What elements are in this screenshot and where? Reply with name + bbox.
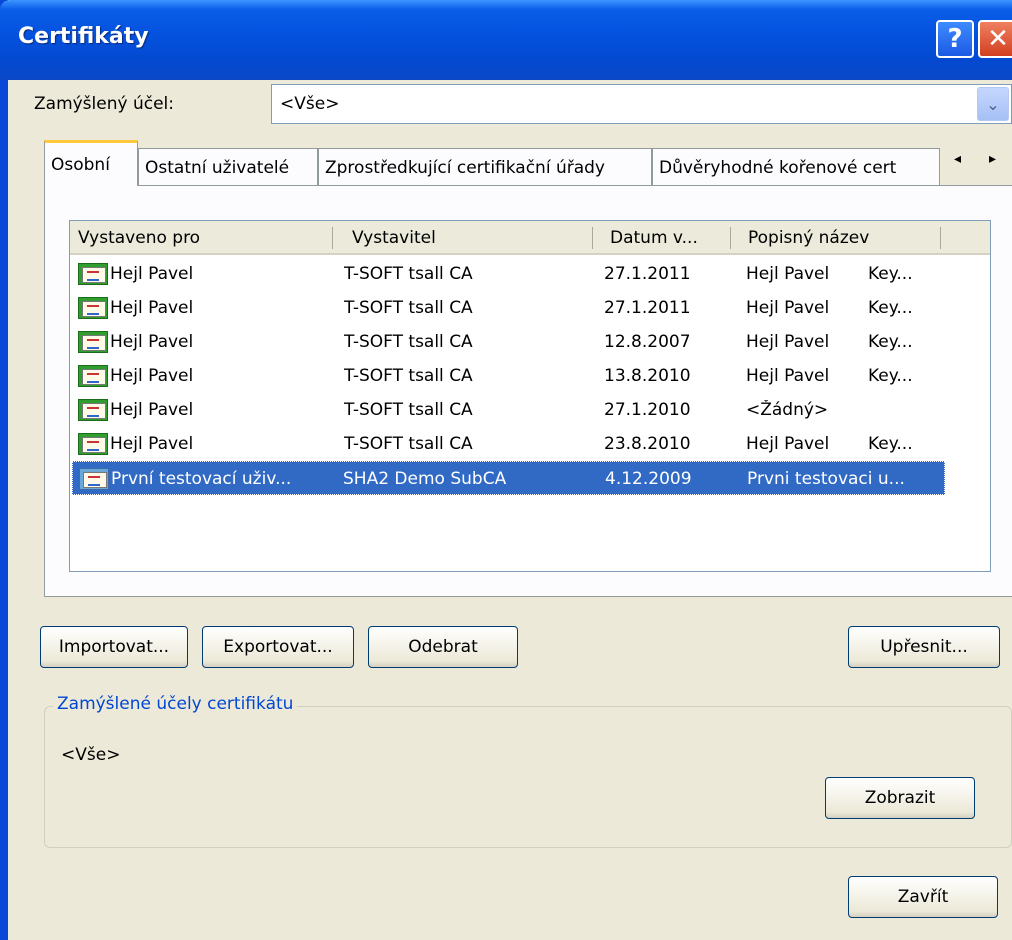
cell-issuer: T-SOFT tsall CA — [344, 264, 473, 284]
view-button[interactable]: Zobrazit — [825, 777, 975, 819]
list-item[interactable]: Hejl Pavel T-SOFT tsall CA 12.8.2007 Hej… — [72, 325, 945, 359]
cell-issued-to: Hejl Pavel — [110, 264, 194, 284]
certificate-icon — [78, 399, 108, 421]
cell-date: 12.8.2007 — [604, 332, 691, 352]
help-button[interactable]: ? — [936, 20, 974, 58]
cell-issued-to: První testovací uživ... — [111, 469, 292, 489]
help-icon: ? — [947, 24, 963, 54]
cell-friendly-name: Prvni testovaci u... — [747, 469, 905, 489]
column-separator[interactable] — [332, 227, 333, 249]
tab-scroll-right-icon[interactable]: ▸ — [989, 151, 996, 167]
list-item[interactable]: Hejl Pavel T-SOFT tsall CA 27.1.2010 <Žá… — [72, 393, 945, 427]
cell-extra: Key... — [868, 434, 913, 454]
tab-label: Důvěryhodné kořenové cert — [659, 157, 897, 178]
close-button[interactable]: Zavřít — [848, 876, 998, 918]
certificate-list[interactable]: Vystaveno pro Vystavitel Datum v... Popi… — [69, 220, 991, 572]
tab-trusted-root[interactable]: Důvěryhodné kořenové cert — [652, 148, 940, 186]
view-button-label: Zobrazit — [864, 788, 936, 808]
list-header: Vystaveno pro Vystavitel Datum v... Popi… — [70, 221, 990, 255]
column-issued-to[interactable]: Vystaveno pro — [78, 228, 200, 248]
dropdown-button[interactable]: ⌄ — [977, 87, 1009, 121]
cell-extra: Key... — [868, 332, 913, 352]
remove-button[interactable]: Odebrat — [368, 626, 518, 668]
column-separator[interactable] — [730, 227, 731, 249]
cell-issued-to: Hejl Pavel — [110, 434, 194, 454]
tab-strip: Osobní Ostatní uživatelé Zprostředkující… — [44, 140, 1012, 186]
cell-issuer: T-SOFT tsall CA — [344, 400, 473, 420]
close-icon: ✕ — [987, 24, 1009, 54]
cell-issuer: SHA2 Demo SubCA — [343, 469, 507, 489]
cell-date: 27.1.2011 — [604, 298, 691, 318]
close-window-button[interactable]: ✕ — [978, 20, 1012, 58]
list-item[interactable]: Hejl Pavel T-SOFT tsall CA 27.1.2011 Hej… — [72, 257, 945, 291]
group-title: Zamýšlené účely certifikátu — [53, 694, 298, 714]
cell-issuer: T-SOFT tsall CA — [344, 332, 473, 352]
cell-extra: Key... — [868, 264, 913, 284]
cell-date: 13.8.2010 — [604, 366, 691, 386]
list-item[interactable]: Hejl Pavel T-SOFT tsall CA 13.8.2010 Hej… — [72, 359, 945, 393]
tab-other-users[interactable]: Ostatní uživatelé — [138, 148, 318, 186]
tab-personal[interactable]: Osobní — [44, 140, 138, 186]
cell-issued-to: Hejl Pavel — [110, 400, 194, 420]
tab-intermediate-ca[interactable]: Zprostředkující certifikační úřady — [318, 148, 652, 186]
purpose-select-value: <Vše> — [280, 94, 340, 114]
close-button-label: Zavřít — [897, 887, 949, 907]
cell-friendly-name: Hejl Pavel — [746, 298, 830, 318]
tab-label: Osobní — [51, 154, 110, 175]
cell-issuer: T-SOFT tsall CA — [344, 434, 473, 454]
cell-issuer: T-SOFT tsall CA — [344, 298, 473, 318]
export-button-label: Exportovat... — [223, 637, 333, 657]
cell-friendly-name: Hejl Pavel — [746, 434, 830, 454]
list-item-selected[interactable]: První testovací uživ... SHA2 Demo SubCA … — [72, 461, 945, 495]
column-expiry-date[interactable]: Datum v... — [610, 228, 698, 248]
column-separator[interactable] — [592, 227, 593, 249]
tab-scroll-controls: ◂ ▸ — [940, 146, 1010, 172]
advanced-button-label: Upřesnit... — [880, 637, 968, 657]
tab-panel: Vystaveno pro Vystavitel Datum v... Popi… — [44, 185, 1012, 597]
cell-issued-to: Hejl Pavel — [110, 332, 194, 352]
purpose-label: Zamýšlený účel: — [34, 94, 174, 114]
cell-extra: Key... — [868, 366, 913, 386]
cell-issuer: T-SOFT tsall CA — [344, 366, 473, 386]
cell-friendly-name: Hejl Pavel — [746, 366, 830, 386]
cell-friendly-name: <Žádný> — [746, 400, 829, 420]
tab-scroll-left-icon[interactable]: ◂ — [954, 151, 961, 167]
import-button[interactable]: Importovat... — [40, 626, 188, 668]
cell-date: 27.1.2011 — [604, 264, 691, 284]
certificate-icon — [78, 263, 108, 285]
tab-label: Ostatní uživatelé — [145, 157, 290, 178]
title-bar[interactable]: Certifikáty ? ✕ — [0, 0, 1012, 80]
cell-date: 4.12.2009 — [605, 469, 692, 489]
chevron-down-icon: ⌄ — [986, 94, 1000, 114]
cell-friendly-name: Hejl Pavel — [746, 264, 830, 284]
import-button-label: Importovat... — [58, 637, 170, 657]
purposes-value: <Vše> — [61, 745, 121, 765]
cell-issued-to: Hejl Pavel — [110, 366, 194, 386]
purpose-select[interactable]: <Vše> ⌄ — [271, 84, 1012, 124]
cell-date: 23.8.2010 — [604, 434, 691, 454]
window-title: Certifikáty — [18, 24, 149, 49]
column-separator[interactable] — [940, 227, 941, 249]
list-item[interactable]: Hejl Pavel T-SOFT tsall CA 23.8.2010 Hej… — [72, 427, 945, 461]
advanced-button[interactable]: Upřesnit... — [848, 626, 1000, 668]
export-button[interactable]: Exportovat... — [202, 626, 354, 668]
certificate-icon — [78, 365, 108, 387]
certificate-icon — [79, 468, 109, 490]
cell-extra: Key... — [868, 298, 913, 318]
cell-issued-to: Hejl Pavel — [110, 298, 194, 318]
certificate-icon — [78, 433, 108, 455]
certificates-dialog: Certifikáty ? ✕ Zamýšlený účel: <Vše> ⌄ … — [0, 0, 1012, 940]
tab-label: Zprostředkující certifikační úřady — [325, 157, 605, 178]
certificate-icon — [78, 297, 108, 319]
column-friendly-name[interactable]: Popisný název — [748, 228, 869, 248]
certificate-icon — [78, 331, 108, 353]
list-item[interactable]: Hejl Pavel T-SOFT tsall CA 27.1.2011 Hej… — [72, 291, 945, 325]
cell-date: 27.1.2010 — [604, 400, 691, 420]
cell-friendly-name: Hejl Pavel — [746, 332, 830, 352]
remove-button-label: Odebrat — [408, 637, 478, 657]
certificate-purposes-group: Zamýšlené účely certifikátu <Vše> Zobraz… — [44, 694, 1012, 848]
column-issuer[interactable]: Vystavitel — [352, 228, 436, 248]
